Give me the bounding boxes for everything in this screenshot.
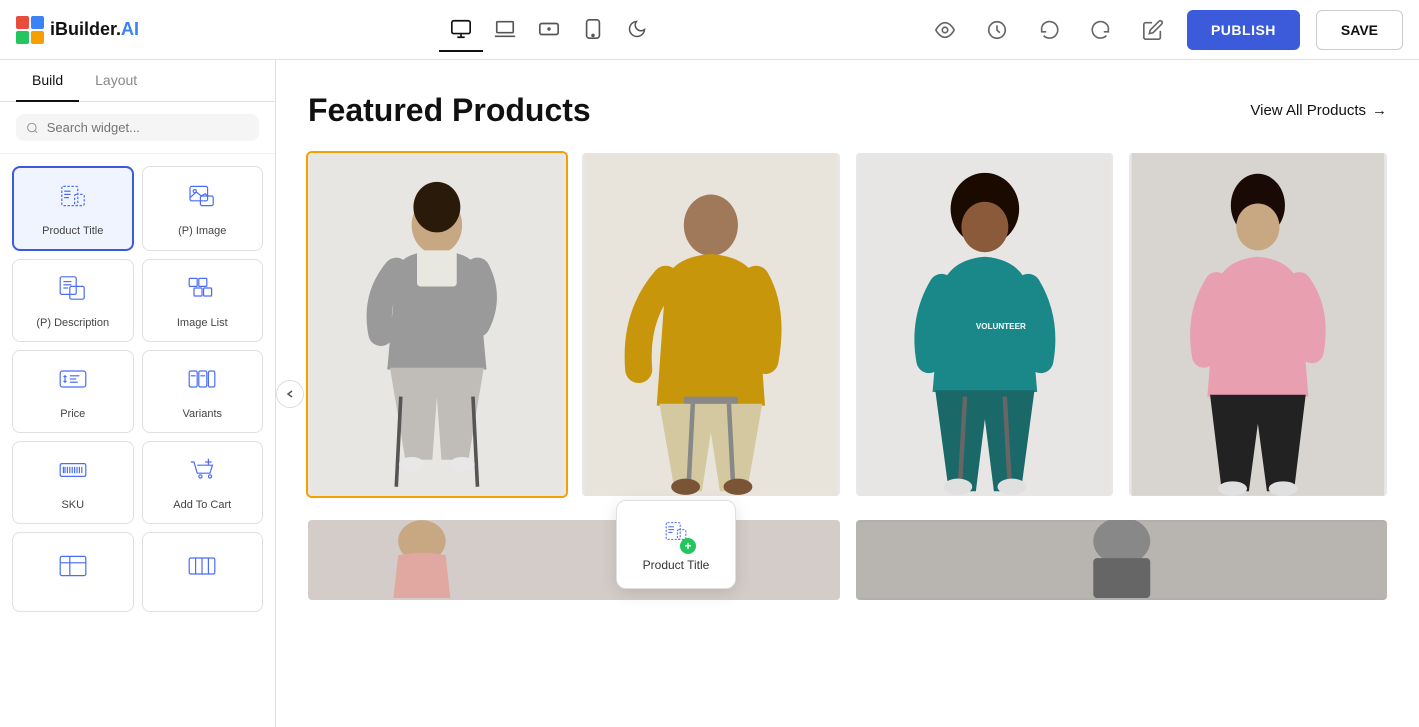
drag-tooltip: + Product Title (616, 500, 736, 589)
undo-icon[interactable] (1031, 12, 1067, 48)
tab-build[interactable]: Build (16, 60, 79, 102)
featured-section: Featured Products View All Products → (276, 60, 1419, 520)
device-tablet-landscape[interactable] (527, 8, 571, 52)
search-input[interactable] (47, 120, 249, 135)
widget-add-to-cart[interactable]: Add To Cart (142, 441, 264, 524)
widget-product-title[interactable]: Product Title (12, 166, 134, 251)
logo-text: iBuilder.AI (50, 19, 139, 40)
widget-extra2[interactable] (142, 532, 264, 612)
product-image-2 (582, 153, 840, 496)
logo-icon (16, 16, 44, 44)
widget-price-label: Price (60, 408, 85, 420)
widget-product-title-label: Product Title (42, 225, 103, 237)
widget-grid: Product Title (P) Image (0, 154, 275, 624)
search-box (0, 102, 275, 154)
search-icon (26, 121, 39, 135)
widget-add-to-cart-label: Add To Cart (173, 499, 231, 511)
add-to-cart-icon (186, 454, 218, 493)
sidebar: Build Layout (0, 60, 276, 727)
bottom-card-2[interactable] (856, 520, 1388, 600)
product-title-icon (57, 180, 89, 219)
collapse-sidebar-button[interactable] (276, 380, 304, 408)
drag-plus-icon: + (680, 538, 696, 554)
toolbar-right: PUBLISH SAVE (927, 10, 1403, 50)
redo-icon[interactable] (1083, 12, 1119, 48)
widget-price[interactable]: Price (12, 350, 134, 433)
logo-ai: AI (121, 19, 139, 39)
product-card-4[interactable] (1129, 153, 1387, 496)
publish-button[interactable]: PUBLISH (1187, 10, 1300, 50)
featured-header: Featured Products View All Products → (308, 92, 1387, 129)
widget-sku-label: SKU (61, 499, 84, 511)
widget-extra1[interactable] (12, 532, 134, 612)
extra2-icon (186, 550, 218, 589)
edit-icon[interactable] (1135, 12, 1171, 48)
view-all-link[interactable]: View All Products → (1250, 102, 1387, 119)
search-input-wrap (16, 114, 259, 141)
product-card-1[interactable] (308, 153, 566, 496)
widget-image-list[interactable]: Image List (142, 259, 264, 342)
history-icon[interactable] (979, 12, 1015, 48)
device-mobile[interactable] (571, 8, 615, 52)
tab-layout[interactable]: Layout (79, 60, 153, 102)
drag-tooltip-label: Product Title (643, 558, 710, 572)
extra1-icon (57, 550, 89, 589)
product-card-2[interactable] (582, 153, 840, 496)
product-image-4 (1129, 153, 1387, 496)
bottom-card-1[interactable] (308, 520, 840, 600)
variants-icon (186, 363, 218, 402)
p-image-icon (186, 180, 218, 219)
bottom-product-grid (276, 520, 1419, 600)
product-image-1 (308, 153, 566, 496)
product-grid: VOLUNTEER (308, 153, 1387, 496)
widget-p-image-label: (P) Image (178, 225, 226, 237)
price-icon (57, 363, 89, 402)
main-layout: Build Layout (0, 60, 1419, 727)
widget-p-description[interactable]: (P) Description (12, 259, 134, 342)
drag-tooltip-icon: + (662, 517, 690, 552)
widget-variants-label: Variants (182, 408, 222, 420)
canvas-area: Featured Products View All Products → (276, 60, 1419, 727)
sku-icon (57, 454, 89, 493)
widget-p-description-label: (P) Description (36, 317, 109, 329)
save-button[interactable]: SAVE (1316, 10, 1403, 50)
product-image-3: VOLUNTEER (856, 153, 1114, 496)
view-all-arrow: → (1372, 102, 1387, 119)
svg-text:VOLUNTEER: VOLUNTEER (975, 322, 1025, 331)
widget-image-list-label: Image List (177, 317, 228, 329)
logo: iBuilder.AI (16, 16, 139, 44)
image-list-icon (186, 272, 218, 311)
p-description-icon (57, 272, 89, 311)
widget-sku[interactable]: SKU (12, 441, 134, 524)
device-group (439, 8, 659, 51)
sidebar-tabs: Build Layout (0, 60, 275, 102)
widget-variants[interactable]: Variants (142, 350, 264, 433)
widget-p-image[interactable]: (P) Image (142, 166, 264, 251)
preview-icon[interactable] (927, 12, 963, 48)
view-all-label: View All Products (1250, 102, 1366, 119)
device-dark-mode[interactable] (615, 8, 659, 52)
topnav: iBuilder.AI (0, 0, 1419, 60)
device-laptop[interactable] (483, 8, 527, 52)
device-desktop[interactable] (439, 8, 483, 52)
featured-title: Featured Products (308, 92, 591, 129)
product-card-3[interactable]: VOLUNTEER (856, 153, 1114, 496)
